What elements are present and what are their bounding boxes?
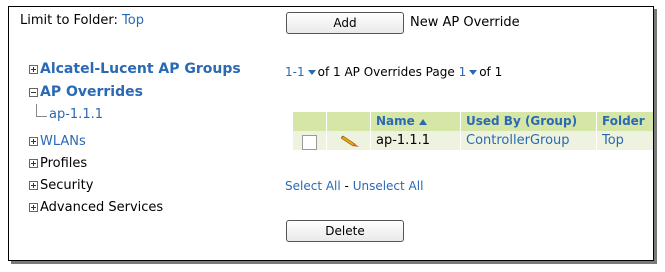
tree-item-ap-groups[interactable]: Alcatel-Lucent AP Groups — [29, 61, 241, 77]
expand-icon[interactable] — [29, 203, 38, 212]
column-header-used-by[interactable]: Used By (Group) — [466, 114, 577, 128]
tree-connector — [36, 104, 47, 117]
selection-separator: - — [340, 179, 353, 193]
select-all-link[interactable]: Select All — [285, 179, 341, 193]
delete-button[interactable]: Delete — [286, 220, 404, 242]
add-button-caption: New AP Override — [410, 15, 520, 30]
column-divider — [370, 112, 371, 150]
tree-item-security[interactable]: Security — [29, 178, 93, 193]
folder-filter-label: Limit to Folder: — [20, 13, 118, 28]
tree-item-ap-child[interactable]: ap-1.1.1 — [49, 107, 103, 122]
tree-item-profiles[interactable]: Profiles — [29, 156, 87, 171]
dropdown-caret-icon[interactable] — [469, 69, 478, 75]
overrides-table: Name Used By (Group) Folder ap-1.1.1 Con… — [293, 112, 653, 150]
column-divider — [460, 112, 461, 150]
pager-page[interactable]: 1 — [459, 65, 467, 79]
selection-links: Select All - Unselect All — [285, 179, 423, 193]
row-checkbox[interactable] — [302, 135, 317, 150]
expand-icon[interactable] — [29, 137, 38, 146]
sort-ascending-icon — [418, 118, 427, 125]
dropdown-caret-icon[interactable] — [307, 69, 316, 75]
tree-item-ap-overrides[interactable]: AP Overrides — [29, 84, 143, 100]
column-divider — [596, 112, 597, 150]
add-button[interactable]: Add — [286, 12, 404, 34]
table-header: Name Used By (Group) Folder — [293, 112, 653, 131]
pager: 1-1 of 1 AP Overrides Page 1 of 1 — [285, 65, 502, 79]
expand-icon[interactable] — [29, 64, 38, 74]
column-header-folder[interactable]: Folder — [602, 114, 645, 128]
ap-overrides-panel: Limit to Folder: Top Alcatel-Lucent AP G… — [8, 6, 654, 261]
cell-used-by[interactable]: ControllerGroup — [466, 133, 570, 148]
pager-range[interactable]: 1-1 — [285, 65, 305, 79]
expand-icon[interactable] — [29, 159, 38, 168]
tree-item-ap-overrides-label[interactable]: AP Overrides — [40, 84, 143, 100]
pager-page-of: of 1 — [479, 65, 503, 79]
collapse-icon[interactable] — [29, 87, 38, 97]
pager-of-text: of 1 AP Overrides Page — [317, 65, 455, 79]
tree-item-wlans[interactable]: WLANs — [29, 134, 86, 149]
tree-item-advanced-services[interactable]: Advanced Services — [29, 200, 163, 215]
cell-folder[interactable]: Top — [602, 133, 624, 148]
tree-item-profiles-label[interactable]: Profiles — [40, 156, 87, 171]
tree-item-advanced-services-label[interactable]: Advanced Services — [40, 200, 163, 215]
unselect-all-link[interactable]: Unselect All — [353, 179, 424, 193]
column-header-name[interactable]: Name — [376, 114, 427, 128]
pencil-icon[interactable] — [340, 133, 361, 153]
table-row: ap-1.1.1 ControllerGroup Top — [293, 131, 653, 150]
folder-filter: Limit to Folder: Top — [20, 13, 144, 28]
tree-item-security-label[interactable]: Security — [40, 178, 93, 193]
tree-item-ap-groups-label[interactable]: Alcatel-Lucent AP Groups — [40, 61, 241, 77]
folder-filter-value[interactable]: Top — [122, 13, 144, 28]
expand-icon[interactable] — [29, 181, 38, 190]
tree-item-wlans-label[interactable]: WLANs — [40, 134, 86, 149]
cell-name[interactable]: ap-1.1.1 — [376, 133, 430, 148]
column-divider — [326, 112, 327, 150]
